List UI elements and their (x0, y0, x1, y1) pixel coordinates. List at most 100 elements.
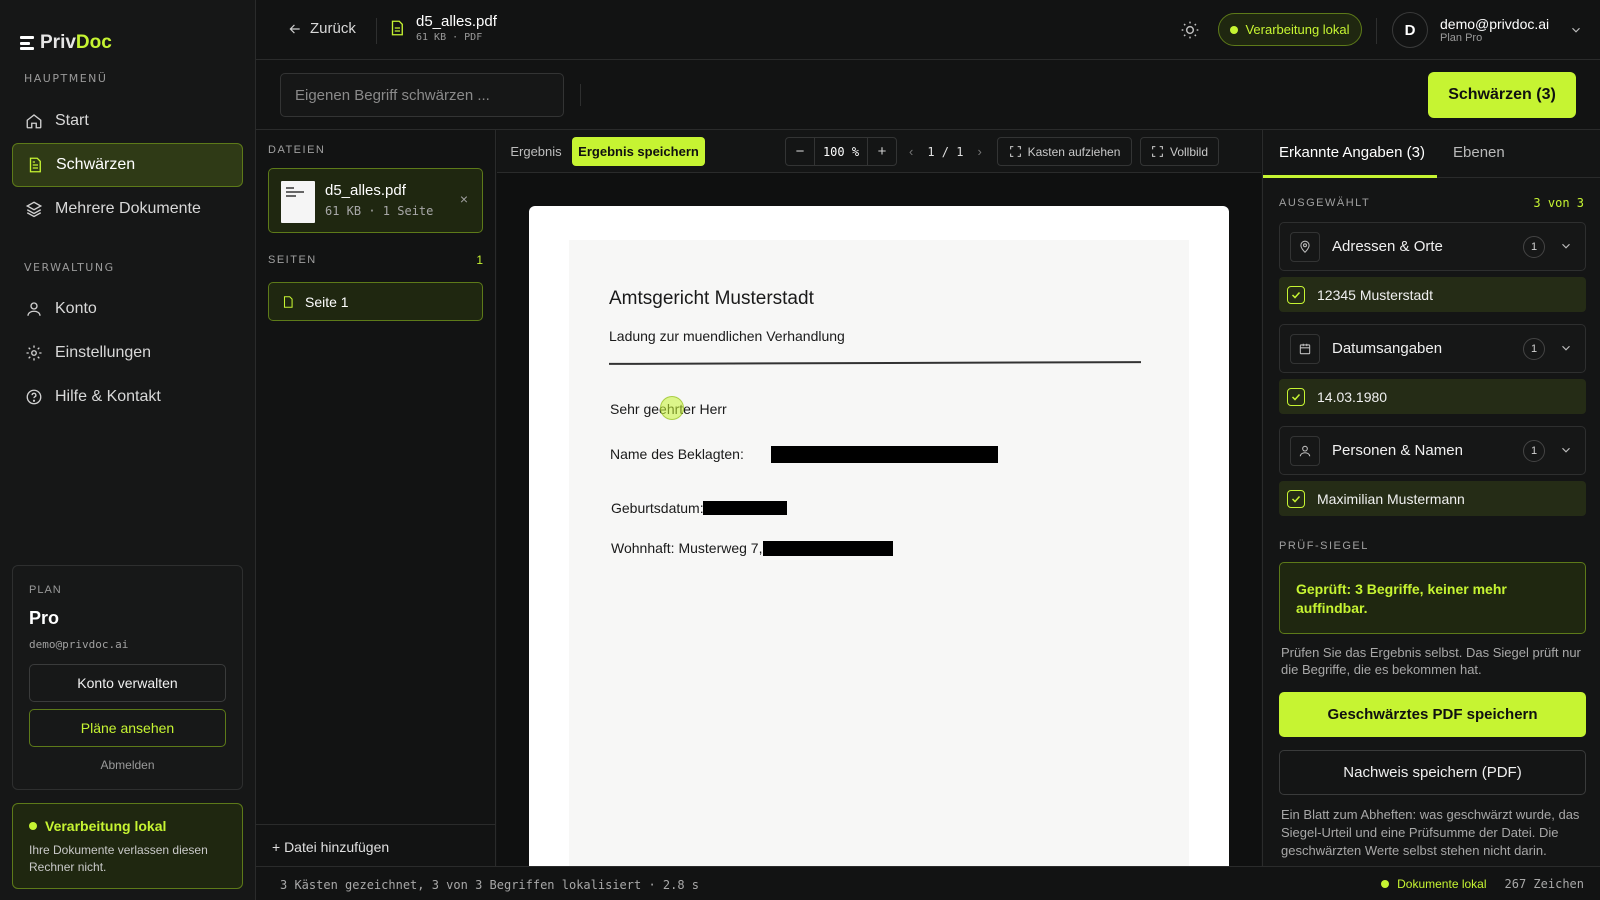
entry-person[interactable]: Maximilian Mustermann (1279, 481, 1586, 516)
theme-toggle-sun-icon[interactable] (1180, 20, 1200, 40)
tab-detected[interactable]: Erkannte Angaben (3) (1279, 144, 1425, 161)
seal-label: PRÜF-SIEGEL (1279, 540, 1369, 552)
fullscreen-button[interactable]: Vollbild (1140, 137, 1219, 166)
doc-name-label: Name des Beklagten: (610, 446, 744, 462)
nav-item-label: Start (55, 112, 89, 129)
category-count-badge: 1 (1523, 338, 1545, 360)
save-proof-button[interactable]: Nachweis speichern (PDF) (1279, 750, 1586, 795)
selected-count: 3 von 3 (1533, 196, 1584, 210)
nav-item-label: Konto (55, 300, 97, 317)
save-redacted-pdf-button[interactable]: Geschwärztes PDF speichern (1279, 692, 1586, 737)
category-dates[interactable]: Datumsangaben 1 (1279, 324, 1586, 373)
category-persons[interactable]: Personen & Namen 1 (1279, 426, 1586, 475)
view-plans-button[interactable]: Pläne ansehen (29, 709, 226, 747)
nav-item-multiple-documents[interactable]: Mehrere Dokumente (12, 187, 243, 231)
nav-item-account[interactable]: Konto (12, 287, 243, 331)
doc-address-label: Wohnhaft: Musterweg 7, (611, 540, 763, 556)
custom-term-input[interactable] (280, 73, 564, 117)
plan-card: PLAN Pro demo@privdoc.ai Konto verwalten… (12, 565, 243, 790)
document-viewer: Ergebnis Ergebnis speichern − 100 % + ‹ … (497, 130, 1261, 866)
redaction-box-name[interactable] (771, 446, 998, 463)
files-label: DATEIEN (268, 144, 326, 156)
checkbox-checked-icon[interactable] (1287, 489, 1305, 508)
zoom-out-button[interactable]: − (786, 143, 814, 160)
status-dot-icon (1381, 880, 1390, 888)
page-item[interactable]: Seite 1 (268, 282, 483, 321)
doc-birth-label: Geburtsdatum: (611, 500, 704, 516)
scanned-page: Amtsgericht Musterstadt Ladung zur muend… (569, 240, 1189, 866)
detections-tabs: Erkannte Angaben (3) Ebenen (1263, 130, 1600, 178)
tab-result[interactable]: Ergebnis (505, 137, 567, 166)
user-menu[interactable]: D demo@privdoc.ai Plan Pro (1392, 12, 1583, 48)
category-name: Personen & Namen (1332, 442, 1463, 459)
fullscreen-icon (1152, 146, 1163, 157)
user-plan: Plan Pro (1440, 32, 1483, 44)
plan-label: PLAN (29, 584, 62, 596)
nav-item-help[interactable]: Hilfe & Kontakt (12, 375, 243, 419)
file-card[interactable]: d5_alles.pdf 61 KB · 1 Seite × (268, 168, 483, 233)
user-icon (27, 302, 41, 316)
divider (1376, 18, 1377, 44)
save-result-button[interactable]: Ergebnis speichern (572, 137, 705, 166)
nav-item-start[interactable]: Start (12, 99, 243, 143)
nav-item-label: Mehrere Dokumente (55, 200, 201, 217)
category-addresses[interactable]: Adressen & Orte 1 (1279, 222, 1586, 271)
entry-value: Maximilian Mustermann (1317, 490, 1465, 507)
plan-email: demo@privdoc.ai (29, 638, 129, 651)
prev-page-chevron-left-icon[interactable]: ‹ (909, 144, 913, 159)
file-icon (391, 20, 403, 36)
logo[interactable]: PrivDoc (20, 32, 112, 54)
seal-verdict: Geprüft: 3 Begriffe, keiner mehr auffind… (1279, 562, 1586, 634)
zoom-in-button[interactable]: + (868, 143, 896, 160)
redaction-box-address[interactable] (763, 541, 893, 556)
entry-address[interactable]: 12345 Musterstadt (1279, 277, 1586, 312)
manage-account-button[interactable]: Konto verwalten (29, 664, 226, 702)
status-dot-icon (1230, 25, 1239, 34)
tab-layers[interactable]: Ebenen (1453, 144, 1505, 161)
nav-item-settings[interactable]: Einstellungen (12, 331, 243, 375)
next-page-chevron-right-icon[interactable]: › (977, 144, 981, 159)
redaction-box-birthdate[interactable] (703, 501, 787, 515)
draw-box-button[interactable]: Kasten aufziehen (997, 137, 1132, 166)
document-page[interactable]: Amtsgericht Musterstadt Ladung zur muend… (529, 206, 1229, 866)
status-dot-icon (29, 822, 37, 830)
current-file: d5_alles.pdf 61 KB · PDF (388, 13, 497, 43)
files-panel: DATEIEN d5_alles.pdf 61 KB · 1 Seite × S… (256, 130, 496, 866)
selected-label: AUSGEWÄHLT (1279, 197, 1371, 209)
nav-item-label: Einstellungen (55, 344, 152, 361)
page-indicator: 1 / 1 (927, 144, 964, 159)
pages-label: SEITEN (268, 254, 317, 266)
plan-name: Pro (29, 608, 60, 628)
file-card-name: d5_alles.pdf (325, 182, 406, 199)
home-icon (26, 114, 42, 129)
file-thumbnail (281, 181, 315, 223)
documents-local-status: Dokumente lokal (1397, 877, 1487, 891)
local-processing-badge-label: Verarbeitung lokal (1245, 22, 1350, 37)
chevron-down-icon (1572, 27, 1581, 33)
add-file-button[interactable]: + Datei hinzufügen (256, 824, 495, 866)
entry-value: 12345 Musterstadt (1317, 286, 1433, 303)
topbar: Zurück d5_alles.pdf 61 KB · PDF Verarbei… (256, 0, 1600, 60)
local-processing-text: Ihre Dokumente verlassen diesen Rechner … (29, 843, 208, 874)
back-button[interactable]: Zurück (288, 20, 356, 37)
seal-note: Prüfen Sie das Ergebnis selbst. Das Sieg… (1281, 645, 1581, 677)
category-count-badge: 1 (1523, 236, 1545, 258)
redact-button[interactable]: Schwärzen (3) (1428, 72, 1576, 118)
nav-item-label: Schwärzen (56, 156, 136, 173)
active-tab-indicator (1263, 175, 1437, 178)
user-email: demo@privdoc.ai (1440, 16, 1550, 32)
fullscreen-label: Vollbild (1169, 144, 1209, 159)
document-icon (29, 157, 41, 173)
divider (580, 84, 581, 106)
current-file-name: d5_alles.pdf (416, 13, 497, 30)
nav-item-redact[interactable]: Schwärzen (12, 143, 243, 187)
logo-text-a: Priv (40, 32, 76, 53)
category-count-badge: 1 (1523, 440, 1545, 462)
logout-link[interactable]: Abmelden (13, 758, 242, 772)
checkbox-checked-icon[interactable] (1287, 387, 1305, 406)
checkbox-checked-icon[interactable] (1287, 285, 1305, 304)
entry-date[interactable]: 14.03.1980 (1279, 379, 1586, 414)
remove-file-close-icon[interactable]: × (460, 191, 468, 207)
custom-term-row: Schwärzen (3) (256, 60, 1600, 130)
avatar: D (1392, 12, 1428, 48)
